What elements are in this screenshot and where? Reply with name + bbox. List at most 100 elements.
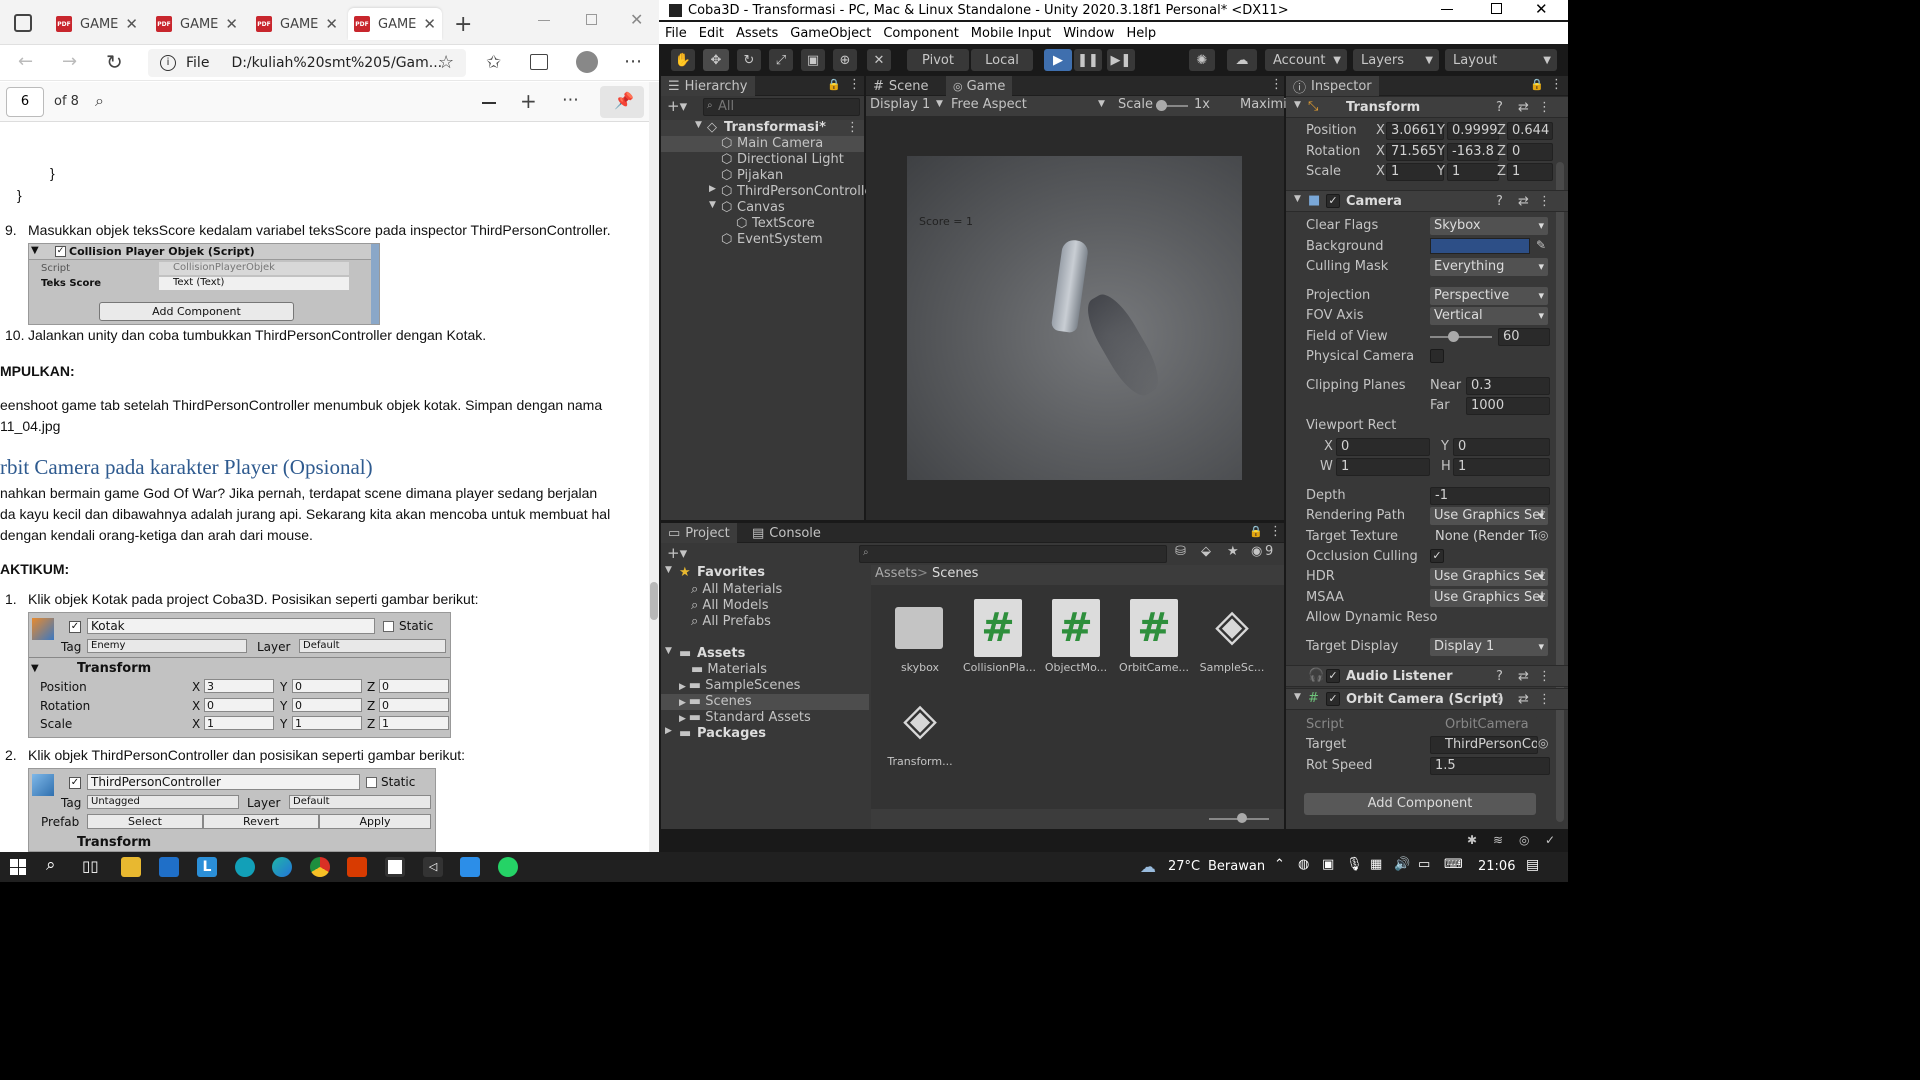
orbit-camera-checkbox[interactable]: ✓: [1326, 692, 1340, 706]
close-tab-icon[interactable]: ✕: [225, 15, 238, 33]
position-y-field[interactable]: 0.9999: [1447, 122, 1499, 140]
add-component-button[interactable]: Add Component: [1304, 793, 1536, 815]
minimize-icon[interactable]: [538, 20, 550, 21]
asset-objectmover[interactable]: # ObjectMo...: [1041, 599, 1111, 679]
play-button[interactable]: ▶: [1044, 49, 1072, 71]
projection-dropdown[interactable]: Perspective: [1430, 287, 1548, 305]
aspect-dropdown[interactable]: Free Aspect: [951, 97, 1027, 112]
folder-standard-assets[interactable]: ▶ ▬ Standard Assets: [679, 710, 811, 725]
lock-icon[interactable]: 🔒: [1249, 525, 1263, 538]
viewport-y-field[interactable]: 0: [1453, 438, 1550, 456]
create-add-icon[interactable]: +▾: [667, 97, 687, 115]
debug-icon[interactable]: ✱: [1467, 833, 1477, 847]
fav-all-materials[interactable]: ⌕ All Materials: [691, 582, 782, 597]
create-add-icon[interactable]: +▾: [667, 544, 687, 562]
close-tab-icon[interactable]: ✕: [423, 15, 436, 33]
tab-scene[interactable]: # Scene: [866, 76, 936, 96]
weather-cloud-icon[interactable]: ☁: [1140, 857, 1156, 876]
rect-tool-icon[interactable]: ▣: [801, 49, 825, 71]
temperature-label[interactable]: 27°C: [1168, 859, 1200, 874]
tray-app-icon[interactable]: ▦: [1370, 857, 1382, 872]
physical-camera-checkbox[interactable]: [1430, 349, 1444, 363]
browser-tab-3[interactable]: PDF GAME ✕: [250, 8, 344, 40]
collab-icon[interactable]: ✺: [1189, 49, 1215, 71]
local-toggle[interactable]: Local: [971, 49, 1033, 71]
project-search-input[interactable]: [859, 545, 1167, 563]
close-window-icon[interactable]: ✕: [1535, 0, 1548, 18]
asset-orbitcamera[interactable]: # OrbitCame...: [1119, 599, 1189, 679]
camera-enabled-checkbox[interactable]: ✓: [1326, 194, 1340, 208]
camera-header[interactable]: ▼ ■ ✓ Camera ? ⇄ ⋮: [1286, 190, 1568, 212]
display-dropdown[interactable]: Display 1: [870, 97, 930, 112]
menu-help[interactable]: Help: [1127, 26, 1157, 41]
folder-scenes-selected[interactable]: ▶ ▬ Scenes: [661, 694, 869, 710]
msaa-dropdown[interactable]: Use Graphics Set: [1430, 589, 1548, 607]
fov-axis-dropdown[interactable]: Vertical: [1430, 307, 1548, 325]
collapse-icon[interactable]: ▼: [709, 200, 716, 210]
component-menu-icon[interactable]: ⋮: [1538, 669, 1551, 684]
viewport-h-field[interactable]: 1: [1453, 458, 1550, 476]
search-icon[interactable]: ⌕: [95, 91, 104, 111]
menu-mobile-input[interactable]: Mobile Input: [971, 26, 1051, 41]
folder-materials[interactable]: ▬ Materials: [691, 662, 767, 677]
maximize-icon[interactable]: [586, 14, 597, 25]
account-dropdown[interactable]: Account ▼: [1265, 49, 1347, 71]
tab-game[interactable]: ◎ Game: [946, 76, 1013, 96]
filter-type-icon[interactable]: ⛁: [1175, 544, 1186, 559]
scene-row[interactable]: ▼ ◇ Transformasi* ⋮: [661, 120, 864, 136]
menu-component[interactable]: Component: [883, 26, 958, 41]
menu-edit[interactable]: Edit: [699, 26, 724, 41]
expand-icon[interactable]: ▶: [709, 184, 716, 194]
cloud-icon[interactable]: ☁: [1227, 49, 1257, 71]
collections-icon[interactable]: [530, 54, 548, 70]
new-tab-icon[interactable]: +: [454, 12, 472, 37]
culling-mask-dropdown[interactable]: Everything: [1430, 258, 1548, 276]
zoom-out-icon[interactable]: [482, 102, 496, 104]
orbit-camera-header[interactable]: ▼ # ✓ Orbit Camera (Script) ? ⇄ ⋮: [1286, 688, 1568, 710]
scale-slider-thumb[interactable]: [1156, 100, 1167, 111]
asset-skybox-folder[interactable]: skybox: [885, 599, 955, 679]
component-menu-icon[interactable]: ⋮: [1538, 194, 1551, 209]
breadcrumb-assets[interactable]: Assets: [875, 566, 917, 581]
inspector-scrollbar[interactable]: [1556, 162, 1564, 822]
windows-start-icon[interactable]: [10, 859, 26, 875]
fov-slider-track[interactable]: [1430, 336, 1492, 338]
filter-label-icon[interactable]: ⬙: [1201, 544, 1211, 559]
tab-inspector[interactable]: ⓘ Inspector: [1286, 76, 1379, 96]
component-menu-icon[interactable]: ⋮: [1538, 692, 1551, 707]
office-icon[interactable]: [347, 857, 367, 877]
browser-tab-2[interactable]: PDF GAME ✕: [150, 8, 244, 40]
close-window-icon[interactable]: ✕: [630, 10, 643, 29]
viewport-x-field[interactable]: 0: [1336, 438, 1430, 456]
rot-speed-field[interactable]: 1.5: [1430, 757, 1550, 775]
browser-tab-1[interactable]: PDF GAME ✕: [50, 8, 144, 40]
progress-icon[interactable]: ◎: [1519, 833, 1529, 847]
step-button[interactable]: ▶❚: [1107, 49, 1135, 71]
chevron-up-icon[interactable]: ⌃: [1274, 857, 1285, 872]
position-x-field[interactable]: 3.0661: [1386, 122, 1444, 140]
zoom-in-icon[interactable]: +: [520, 89, 537, 113]
move-tool-icon[interactable]: ✥: [703, 49, 729, 71]
far-field[interactable]: 1000: [1466, 397, 1550, 415]
refresh-icon[interactable]: ↻: [106, 50, 123, 74]
rotation-z-field[interactable]: 0: [1507, 143, 1553, 161]
chevron-down-icon[interactable]: ▼: [1098, 99, 1105, 109]
fav-all-models[interactable]: ⌕ All Models: [691, 598, 768, 613]
scale-x-field[interactable]: 1: [1386, 163, 1444, 181]
hierarchy-item-main-camera[interactable]: ⬡ Main Camera: [661, 136, 864, 152]
near-field[interactable]: 0.3: [1466, 377, 1550, 395]
help-icon[interactable]: ?: [1496, 669, 1503, 684]
microphone-icon[interactable]: 🎙: [1346, 857, 1363, 872]
unity-hub-icon[interactable]: ◁: [423, 857, 443, 877]
page-number-input[interactable]: 6: [6, 87, 44, 117]
rotate-tool-icon[interactable]: ↻: [737, 49, 761, 71]
tab-actions-icon[interactable]: [14, 14, 32, 32]
preset-icon[interactable]: ⇄: [1518, 669, 1529, 684]
clock-time[interactable]: 21:06: [1478, 859, 1515, 874]
chevron-down-icon[interactable]: ▼: [936, 99, 943, 109]
fav-all-prefabs[interactable]: ⌕ All Prefabs: [691, 614, 771, 629]
tab-hierarchy[interactable]: ☰ Hierarchy: [661, 76, 755, 96]
task-view-icon[interactable]: ▯▯: [82, 857, 99, 875]
component-menu-icon[interactable]: ⋮: [1538, 100, 1551, 115]
pause-button[interactable]: ❚❚: [1074, 49, 1102, 71]
